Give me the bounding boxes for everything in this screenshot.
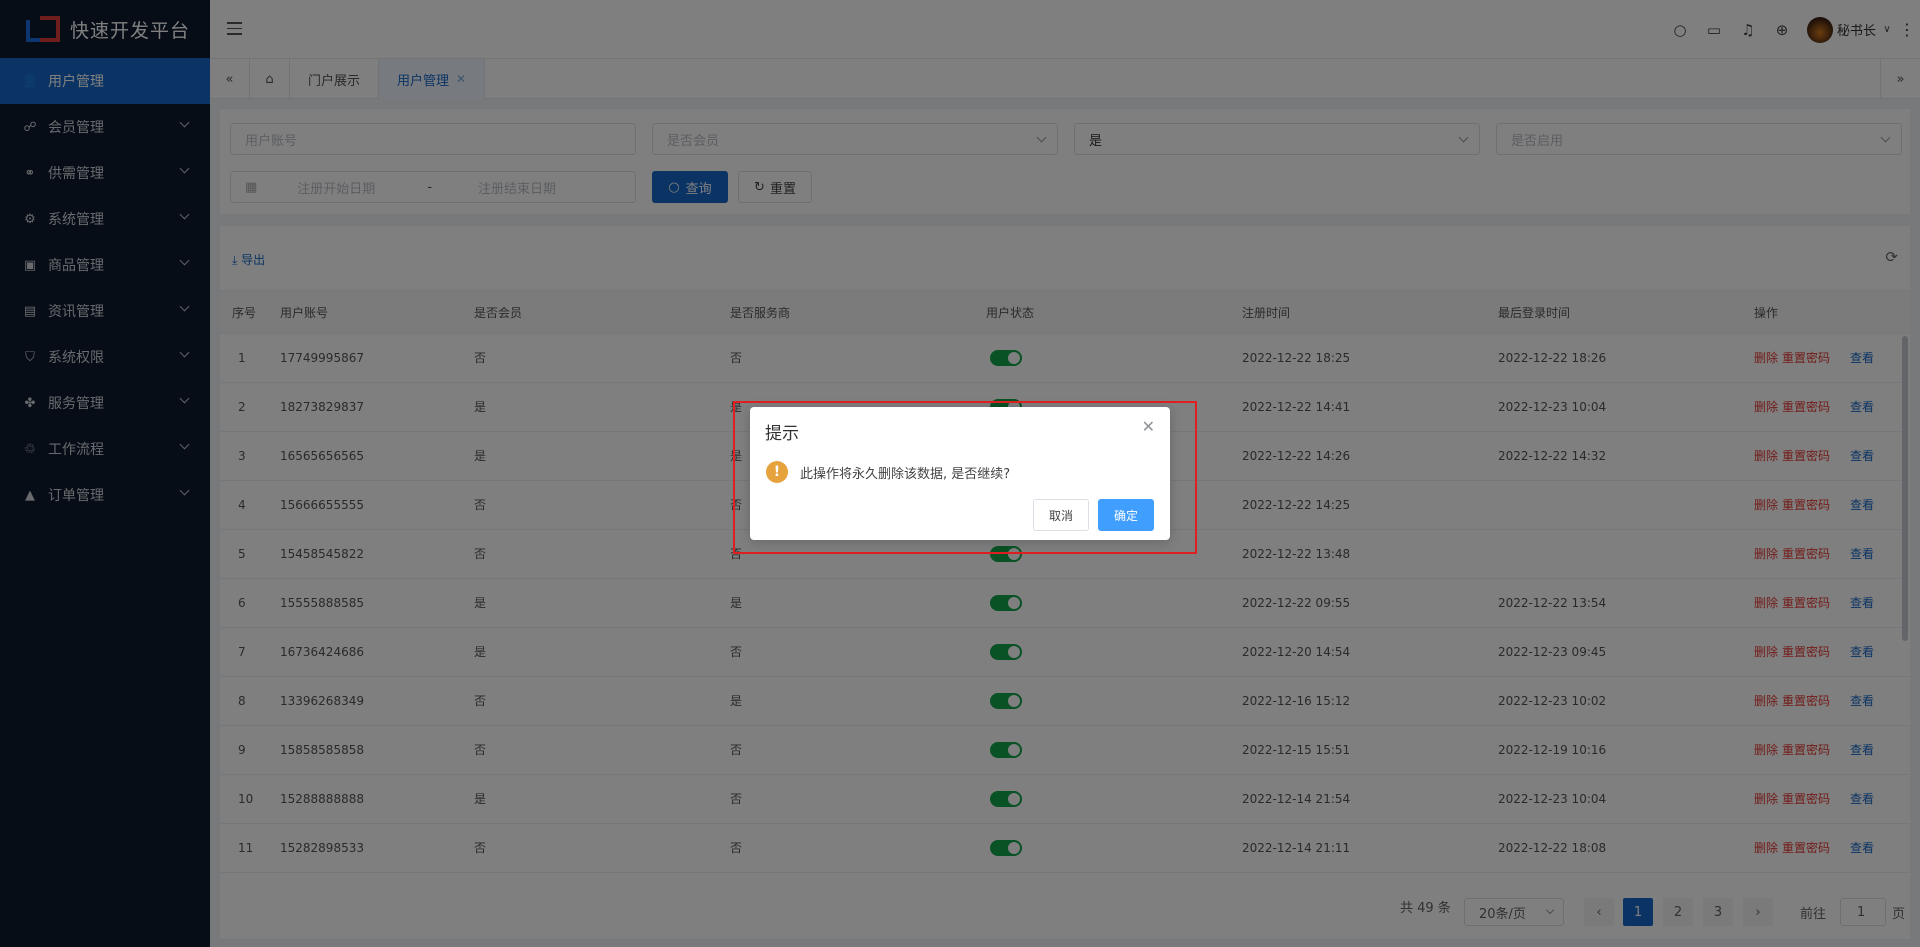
confirm-button[interactable]: 确定 xyxy=(1098,499,1154,531)
dialog-title: 提示 xyxy=(765,424,799,444)
cancel-button[interactable]: 取消 xyxy=(1033,499,1089,531)
confirm-dialog: 提示 ✕ ! 此操作将永久删除该数据, 是否继续? 取消 确定 xyxy=(750,407,1170,540)
close-icon[interactable]: ✕ xyxy=(1142,417,1155,436)
warning-icon: ! xyxy=(766,461,788,483)
dialog-message: 此操作将永久删除该数据, 是否继续? xyxy=(800,467,1011,482)
